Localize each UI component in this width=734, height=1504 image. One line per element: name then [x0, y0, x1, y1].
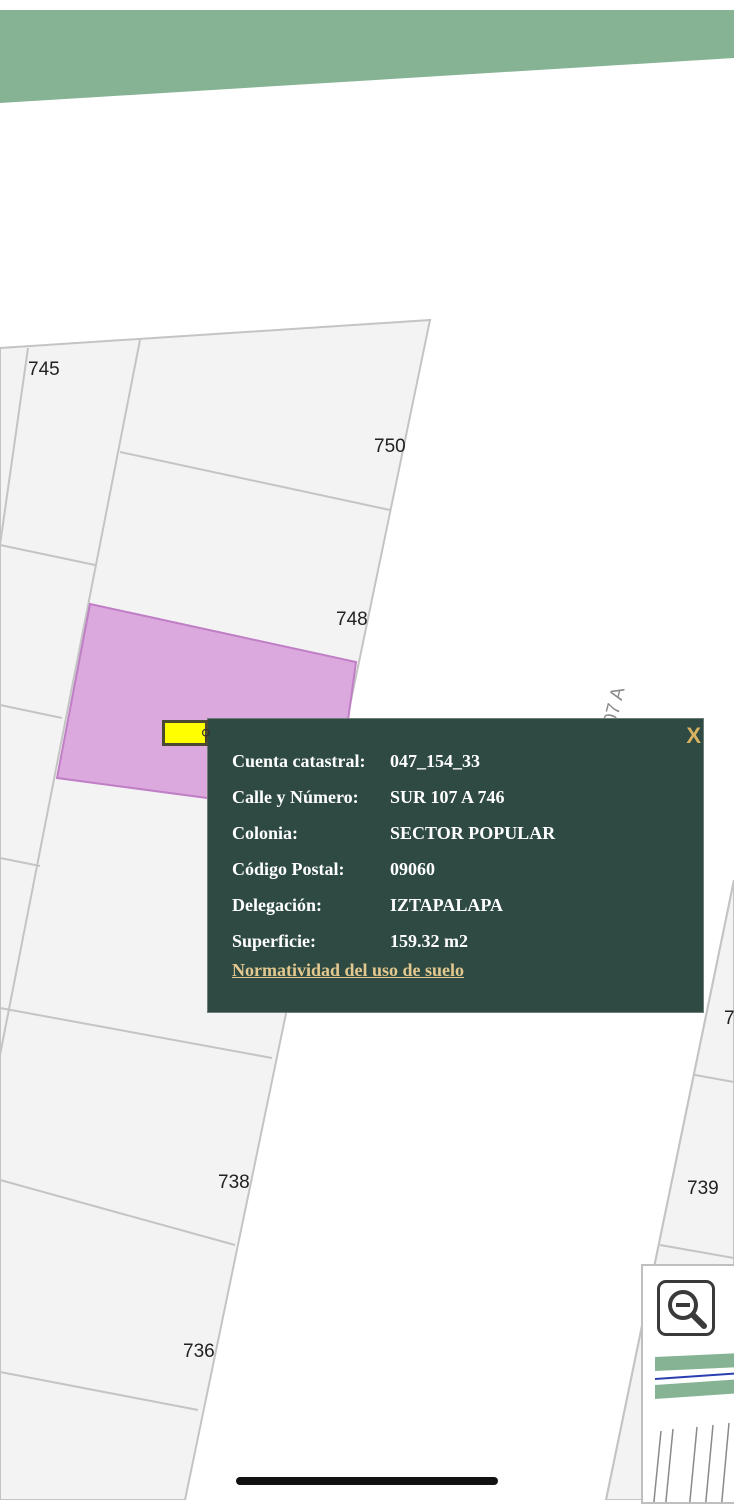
info-row: Superficie: 159.32 m2: [232, 923, 555, 959]
info-value: 09060: [390, 858, 435, 879]
info-row: Delegación: IZTAPALAPA: [232, 887, 555, 923]
lot-label-partial: 7: [724, 1008, 734, 1029]
info-row: Calle y Número: SUR 107 A 746: [232, 779, 555, 815]
info-row: Cuenta catastral: 047_154_33: [232, 743, 555, 779]
lot-label-739: 739: [687, 1178, 719, 1199]
info-label: Cuenta catastral:: [232, 750, 366, 771]
tag-icon[interactable]: ⚲: [162, 720, 211, 746]
info-label: Código Postal:: [232, 858, 345, 879]
lot-label-736: 736: [183, 1341, 215, 1362]
zoom-out-button[interactable]: [657, 1280, 715, 1336]
close-button[interactable]: X: [686, 723, 701, 749]
info-value: 047_154_33: [390, 750, 480, 771]
info-row: Colonia: SECTOR POPULAR: [232, 815, 555, 851]
land-use-regulation-link[interactable]: Normatividad del uso de suelo: [232, 960, 464, 981]
info-value: 159.32 m2: [390, 930, 468, 951]
overview-map[interactable]: [641, 1264, 734, 1504]
lot-label-750: 750: [374, 436, 406, 457]
hook-icon: ⚲: [200, 727, 211, 743]
info-label: Calle y Número:: [232, 786, 359, 807]
lot-label-745: 745: [28, 359, 60, 380]
park-area: [0, 10, 734, 103]
overview-thumbnail: [653, 1353, 734, 1502]
info-value: SECTOR POPULAR: [390, 822, 556, 843]
info-row: Código Postal: 09060: [232, 851, 555, 887]
lot-info-popup: X Cuenta catastral: 047_154_33 Calle y N…: [207, 718, 704, 1013]
info-label: Superficie:: [232, 930, 316, 951]
zoom-out-icon: [668, 1290, 707, 1329]
info-label: Colonia:: [232, 822, 299, 843]
info-value: SUR 107 A 746: [390, 786, 505, 807]
lot-label-738: 738: [218, 1172, 250, 1193]
info-label: Delegación:: [232, 894, 322, 915]
info-value: IZTAPALAPA: [390, 894, 504, 915]
lot-info-table: Cuenta catastral: 047_154_33 Calle y Núm…: [232, 743, 555, 959]
home-indicator[interactable]: [236, 1477, 498, 1485]
lot-label-748: 748: [336, 609, 368, 630]
